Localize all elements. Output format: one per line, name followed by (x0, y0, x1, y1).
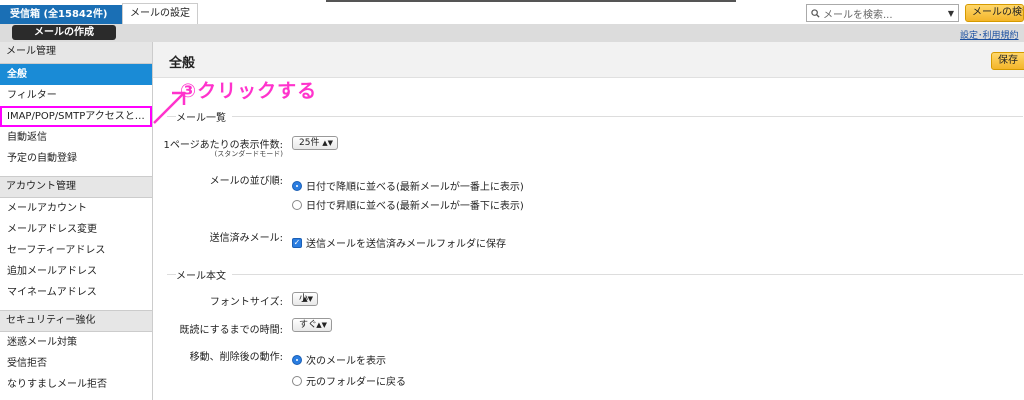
search-button[interactable]: メールの検索 (965, 4, 1024, 22)
sidebar-item-safety-address[interactable]: セーフティーアドレス (0, 240, 152, 261)
sort-asc-option[interactable]: 日付で昇順に並べる(最新メールが一番下に表示) (292, 197, 524, 212)
move-action-label: 移動、削除後の動作: (189, 352, 283, 363)
tab-mail-settings[interactable]: メールの設定 (122, 3, 198, 24)
radio-checked[interactable] (292, 354, 302, 365)
section-title-mail-body: メール本文 (176, 267, 232, 282)
read-time-value: すぐ (299, 320, 318, 330)
sidebar-item-imap-pop-smtp[interactable]: IMAP/POP/SMTPアクセスと… (0, 106, 152, 127)
annotation-arrow-icon (153, 91, 186, 124)
compose-button[interactable]: メールの作成 (12, 25, 116, 40)
sidebar-item-additional-address[interactable]: 追加メールアドレス (0, 261, 152, 282)
sidebar-section-mail: メール管理 (0, 42, 152, 64)
top-divider (326, 0, 736, 2)
search-placeholder: メールを検索... (823, 9, 893, 21)
divider (167, 274, 1023, 275)
save-button[interactable]: 保存 (991, 52, 1024, 70)
per-page-sublabel: (スタンダードモード) (214, 150, 283, 158)
sent-save-option[interactable]: ✓ 送信メールを送信済みメールフォルダに保存 (292, 235, 506, 250)
font-size-select[interactable]: 小 ▲▼ (292, 292, 318, 306)
move-next-text: 次のメールを表示 (306, 356, 386, 367)
move-back-option[interactable]: 元のフォルダーに戻る (292, 373, 406, 388)
tab-inbox[interactable]: 受信箱 (全15842件) (0, 5, 122, 24)
sidebar-item-mail-account[interactable]: メールアカウント (0, 198, 152, 219)
move-next-option[interactable]: 次のメールを表示 (292, 352, 386, 367)
settings-terms-link[interactable]: 設定･利用規約 (960, 28, 1019, 41)
sidebar-item-filter[interactable]: フィルター (0, 85, 152, 106)
sidebar-item-general[interactable]: 全般 (0, 64, 152, 85)
radio-checked[interactable] (292, 180, 302, 191)
font-size-label: フォントサイズ: (209, 297, 283, 308)
search-input[interactable]: メールを検索... ▼ (806, 4, 959, 22)
sidebar-item-auto-schedule[interactable]: 予定の自動登録 (0, 148, 152, 169)
per-page-value: 25件 (299, 138, 320, 148)
sidebar-item-myname-address[interactable]: マイネームアドレス (0, 282, 152, 303)
radio-unchecked[interactable] (292, 375, 302, 386)
top-bar: 受信箱 (全15842件) メールの設定 メールを検索... ▼ メールの検索 (0, 0, 1024, 24)
annotation-click-here: ③クリックする (180, 80, 318, 102)
checkbox-checked-icon[interactable]: ✓ (292, 237, 302, 248)
chevron-updown-icon: ▲▼ (316, 321, 327, 329)
sort-label: メールの並び順: (209, 176, 283, 187)
read-time-select[interactable]: すぐ ▲▼ (292, 318, 332, 332)
sidebar: メール管理 全般 フィルター IMAP/POP/SMTPアクセスと… 自動返信 … (0, 42, 153, 400)
main-header: 全般 保存 (153, 42, 1024, 78)
chevron-updown-icon: ▲▼ (302, 295, 313, 303)
search-icon (811, 8, 820, 18)
sent-save-text: 送信メールを送信済みメールフォルダに保存 (306, 239, 506, 250)
sidebar-section-security: セキュリティー強化 (0, 310, 152, 332)
read-time-label: 既読にするまでの時間: (179, 325, 283, 336)
chevron-down-icon[interactable]: ▼ (948, 9, 958, 18)
sort-desc-text: 日付で降順に並べる(最新メールが一番上に表示) (306, 182, 524, 193)
sidebar-item-auto-reply[interactable]: 自動返信 (0, 127, 152, 148)
sort-desc-option[interactable]: 日付で降順に並べる(最新メールが一番上に表示) (292, 178, 524, 193)
radio-unchecked[interactable] (292, 199, 302, 210)
sidebar-item-block[interactable]: 受信拒否 (0, 353, 152, 374)
page-title: 全般 (169, 56, 196, 71)
divider (167, 116, 1023, 117)
sidebar-item-address-change[interactable]: メールアドレス変更 (0, 219, 152, 240)
sent-label: 送信済みメール: (209, 233, 283, 244)
toolbar (0, 24, 1024, 42)
move-back-text: 元のフォルダーに戻る (306, 377, 406, 388)
sort-asc-text: 日付で昇順に並べる(最新メールが一番下に表示) (306, 201, 524, 212)
sidebar-item-spoof-block[interactable]: なりすましメール拒否 (0, 374, 152, 395)
sidebar-item-spam[interactable]: 迷惑メール対策 (0, 332, 152, 353)
per-page-select[interactable]: 25件 ▲▼ (292, 136, 338, 150)
chevron-updown-icon: ▲▼ (322, 139, 333, 147)
sidebar-section-account: アカウント管理 (0, 176, 152, 198)
